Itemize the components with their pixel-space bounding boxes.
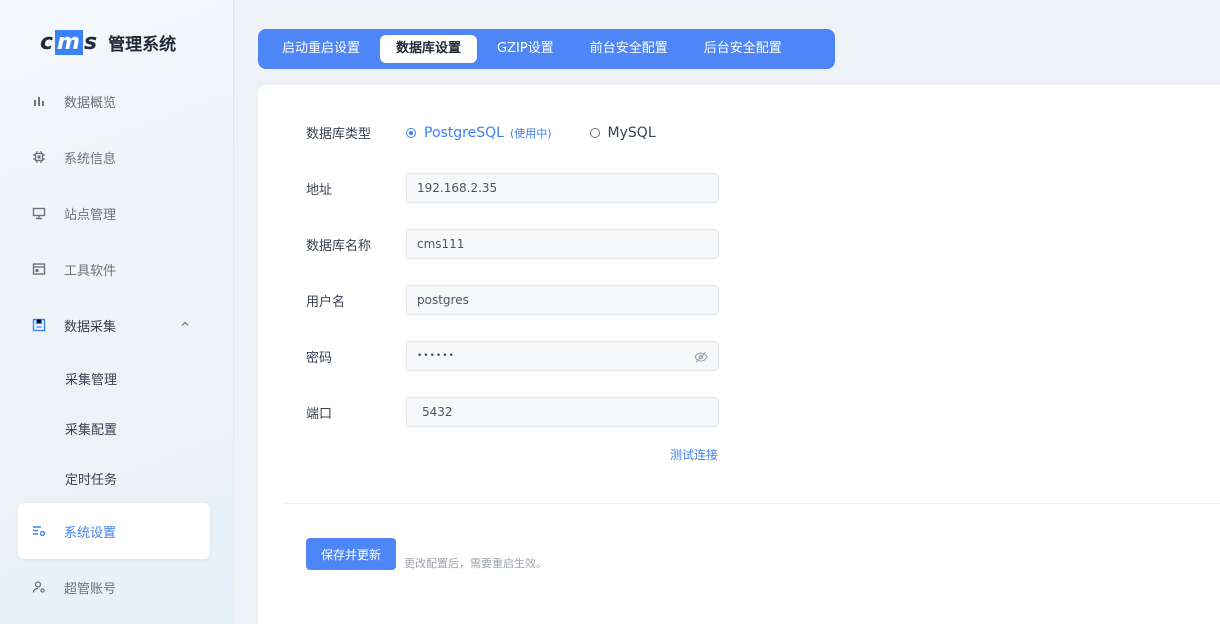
dbname-label: 数据库名称 [306,238,372,254]
sidebar-item-admin-account[interactable]: 超管账号 [18,559,210,615]
sidebar-item-system-settings[interactable]: 系统设置 [18,503,210,559]
sidebar: cms 管理系统 数据概览 系统信息 站点管理 工具软件 数据采集 采集管理 采… [0,0,234,624]
radio-mysql[interactable]: MySQL [589,124,656,141]
sidebar-item-label: 数据概览 [64,95,117,111]
app-title: 管理系统 [108,34,177,55]
settings-list-icon [32,524,46,538]
password-input[interactable]: •••••• [406,341,719,371]
sidebar-item-label: 工具软件 [64,263,117,279]
settings-tabs: 启动重启设置 数据库设置 GZIP设置 前台安全配置 后台安全配置 [258,29,835,69]
address-row: 地址 192.168.2.35 [306,173,719,203]
sidebar-subitem-collection-config[interactable]: 采集配置 [18,403,210,453]
address-input[interactable]: 192.168.2.35 [406,173,719,203]
window-icon [32,262,46,276]
port-input[interactable]: 5432 [406,397,719,427]
password-label: 密码 [306,350,333,366]
chevron-up-icon[interactable] [180,319,190,332]
sidebar-item-label: 系统信息 [64,151,117,167]
eye-off-icon[interactable] [694,350,708,364]
password-row: 密码 •••••• [306,341,719,371]
bar-chart-icon [32,94,46,108]
dbname-value: cms111 [417,237,465,251]
dbname-input[interactable]: cms111 [406,229,719,259]
sidebar-nav: 数据概览 系统信息 站点管理 工具软件 数据采集 采集管理 采集配置 定时任务 … [18,73,210,615]
address-label: 地址 [306,182,333,198]
sidebar-item-tools[interactable]: 工具软件 [18,241,210,297]
username-input[interactable]: postgres [406,285,719,315]
username-value: postgres [417,293,469,307]
sidebar-item-data-overview[interactable]: 数据概览 [18,73,210,129]
chip-icon [32,150,46,164]
db-type-label: 数据库类型 [306,127,372,142]
radio-label: PostgreSQL [424,124,504,141]
sidebar-item-label: 系统设置 [64,525,117,541]
restart-hint: 更改配置后，需要重启生效。 [404,557,547,570]
sidebar-item-site-management[interactable]: 站点管理 [18,185,210,241]
port-row: 端口 5432 [306,397,719,427]
sidebar-item-label: 站点管理 [64,207,117,223]
divider [282,503,1220,504]
radio-label: MySQL [607,124,656,141]
sidebar-subitem-scheduled-tasks[interactable]: 定时任务 [18,453,210,503]
brand[interactable]: cms 管理系统 [40,28,176,56]
password-value: •••••• [417,351,455,361]
radio-checked-icon [406,127,416,138]
in-use-tag: (使用中) [509,126,552,140]
port-value: 5432 [422,405,453,419]
save-and-update-button[interactable]: 保存并更新 [306,538,396,570]
monitor-icon [32,206,46,220]
sidebar-subitem-collection-management[interactable]: 采集管理 [18,353,210,403]
dbname-row: 数据库名称 cms111 [306,229,719,259]
sidebar-item-data-collection[interactable]: 数据采集 [18,297,210,353]
db-type-row: 数据库类型 PostgreSQL (使用中) MySQL [306,123,694,143]
tab-gzip[interactable]: GZIP设置 [481,35,570,63]
test-connection-link[interactable]: 测试连接 [670,446,718,463]
radio-postgresql[interactable]: PostgreSQL (使用中) [406,125,552,141]
username-label: 用户名 [306,294,346,310]
tab-frontend-security[interactable]: 前台安全配置 [574,35,684,63]
tab-backend-security[interactable]: 后台安全配置 [688,35,798,63]
sidebar-item-label: 数据采集 [64,319,117,335]
user-gear-icon [32,580,46,594]
tab-startup-restart[interactable]: 启动重启设置 [266,35,376,63]
radio-unchecked-icon [589,127,600,138]
username-row: 用户名 postgres [306,285,719,315]
cms-logo: cms [40,29,99,55]
database-settings-panel: 数据库类型 PostgreSQL (使用中) MySQL 地址 192.168.… [258,85,1220,624]
address-value: 192.168.2.35 [417,181,498,195]
sidebar-item-system-info[interactable]: 系统信息 [18,129,210,185]
tab-database[interactable]: 数据库设置 [380,35,478,63]
port-label: 端口 [306,406,333,422]
save-icon [32,318,46,332]
sidebar-item-label: 超管账号 [64,581,117,597]
